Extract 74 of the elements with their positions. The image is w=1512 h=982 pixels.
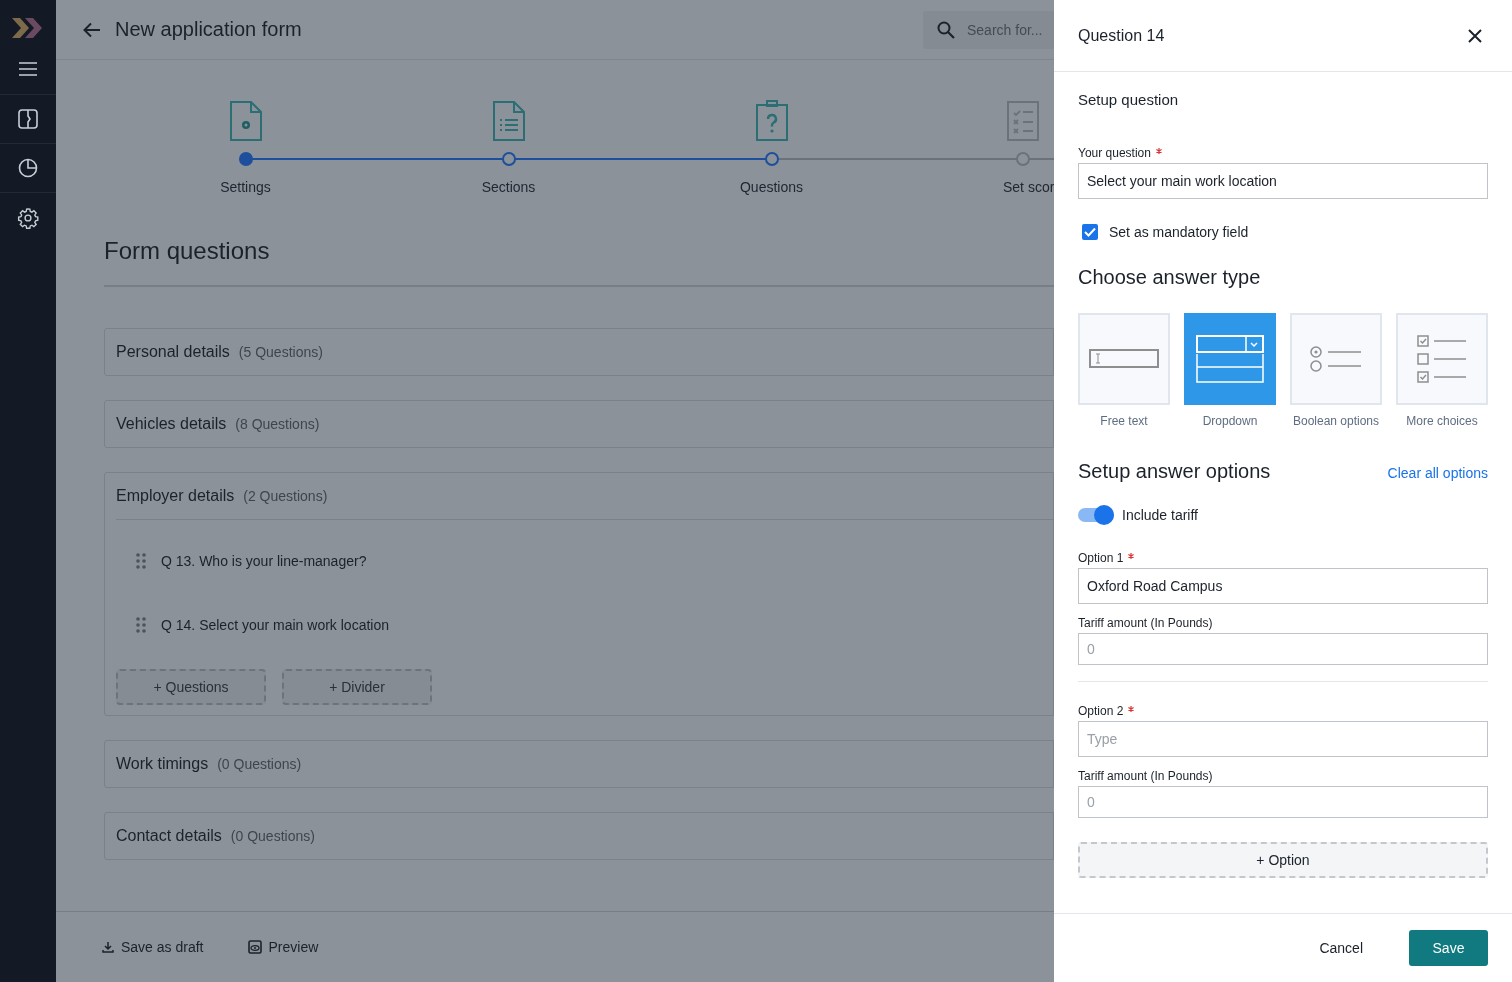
- question-item[interactable]: Q 14. Select your main work location: [161, 617, 389, 633]
- section-card[interactable]: Vehicles details (8 Questions): [104, 400, 1054, 448]
- answer-type-label: Boolean options: [1292, 414, 1380, 428]
- answer-type-heading: Choose answer type: [1078, 266, 1262, 289]
- question-count: (0 Questions): [217, 756, 302, 772]
- logo-icon: [12, 16, 44, 40]
- drawer-title: Question 14: [1078, 26, 1165, 45]
- download-icon: [102, 941, 114, 953]
- question-count: (5 Questions): [238, 344, 323, 360]
- radio-options-icon: [1310, 346, 1362, 372]
- settings-icon[interactable]: [17, 207, 39, 229]
- section-card[interactable]: Personal details (5 Questions): [104, 328, 1054, 376]
- search-field[interactable]: Search for...: [923, 10, 1054, 49]
- option-input[interactable]: Oxford Road Campus: [1078, 568, 1488, 604]
- add-button[interactable]: + Questions: [116, 669, 266, 705]
- page-title: New application form: [115, 18, 303, 41]
- section-card[interactable]: Contact details (0 Questions): [104, 812, 1054, 860]
- answer-type-tile[interactable]: [1184, 313, 1276, 405]
- checkbox-list-icon: [1417, 335, 1467, 383]
- subsection-heading: Setup question: [1078, 91, 1180, 108]
- section-card[interactable]: Employer details (2 Questions) Q 13. Who is your line-manager? Q 14. Select your main work location + Questions + Divider: [104, 472, 1054, 716]
- cancel-button[interactable]: Cancel: [1313, 939, 1369, 957]
- close-icon[interactable]: [1468, 28, 1482, 43]
- clear-options-link[interactable]: Clear all options: [1387, 465, 1488, 481]
- split-square-icon[interactable]: [18, 109, 38, 129]
- save-draft-button[interactable]: Save as draft: [102, 939, 204, 955]
- question-input[interactable]: Select your main work location: [1078, 163, 1488, 199]
- step-label[interactable]: Questions: [739, 179, 803, 195]
- section-heading: Form questions: [104, 237, 271, 265]
- question-count: (8 Questions): [235, 416, 320, 432]
- field-label: Tariff amount (In Pounds): [1078, 769, 1213, 783]
- section-title: Personal details: [116, 343, 230, 361]
- section-title: Contact details: [116, 827, 222, 845]
- field-label: Option 1: [1078, 551, 1124, 565]
- add-button[interactable]: + Divider: [282, 669, 432, 705]
- section-title: Work timings: [116, 755, 209, 773]
- field-label: Option 2: [1078, 704, 1124, 718]
- eye-icon: [247, 940, 262, 954]
- field-label: Your question: [1078, 146, 1151, 160]
- answer-type-label: Dropdown: [1202, 414, 1258, 428]
- answer-type-label: More choices: [1406, 414, 1478, 428]
- pie-chart-icon[interactable]: [18, 158, 38, 178]
- option-input[interactable]: Type: [1078, 721, 1488, 757]
- question-count: (0 Questions): [230, 828, 315, 844]
- tariff-input[interactable]: 0: [1078, 786, 1488, 818]
- section-title: Employer details: [116, 487, 235, 505]
- text-field-icon: [1089, 349, 1159, 369]
- step-label[interactable]: Settings: [220, 179, 271, 195]
- answer-options-heading: Setup answer options: [1078, 460, 1271, 483]
- drag-handle-icon[interactable]: [136, 617, 146, 633]
- field-label: Tariff amount (In Pounds): [1078, 616, 1213, 630]
- preview-button[interactable]: Preview: [247, 939, 319, 955]
- checklist-icon: [1006, 100, 1040, 142]
- back-arrow-icon[interactable]: [83, 21, 101, 38]
- drag-handle-icon[interactable]: [136, 553, 146, 569]
- question-item[interactable]: Q 13. Who is your line-manager?: [161, 553, 367, 569]
- add-option-button[interactable]: + Option: [1078, 842, 1488, 878]
- checkbox-label: Set as mandatory field: [1109, 224, 1249, 240]
- step-label[interactable]: Set scor: [1003, 179, 1054, 195]
- question-count: (2 Questions): [243, 488, 328, 504]
- answer-type-label: Free text: [1100, 414, 1148, 428]
- menu-icon[interactable]: [18, 62, 38, 76]
- section-card[interactable]: Work timings (0 Questions): [104, 740, 1054, 788]
- section-title: Vehicles details: [116, 415, 227, 433]
- tariff-input[interactable]: 0: [1078, 633, 1488, 665]
- document-list-icon: [491, 100, 526, 142]
- step-label[interactable]: Sections: [481, 179, 536, 195]
- dropdown-list-icon: [1196, 335, 1264, 383]
- mandatory-checkbox[interactable]: [1082, 224, 1098, 240]
- clipboard-question-icon: [754, 100, 789, 142]
- search-icon: [937, 20, 955, 39]
- tariff-toggle[interactable]: [1078, 508, 1114, 522]
- save-button[interactable]: Save: [1409, 930, 1488, 966]
- toggle-label: Include tariff: [1122, 507, 1198, 523]
